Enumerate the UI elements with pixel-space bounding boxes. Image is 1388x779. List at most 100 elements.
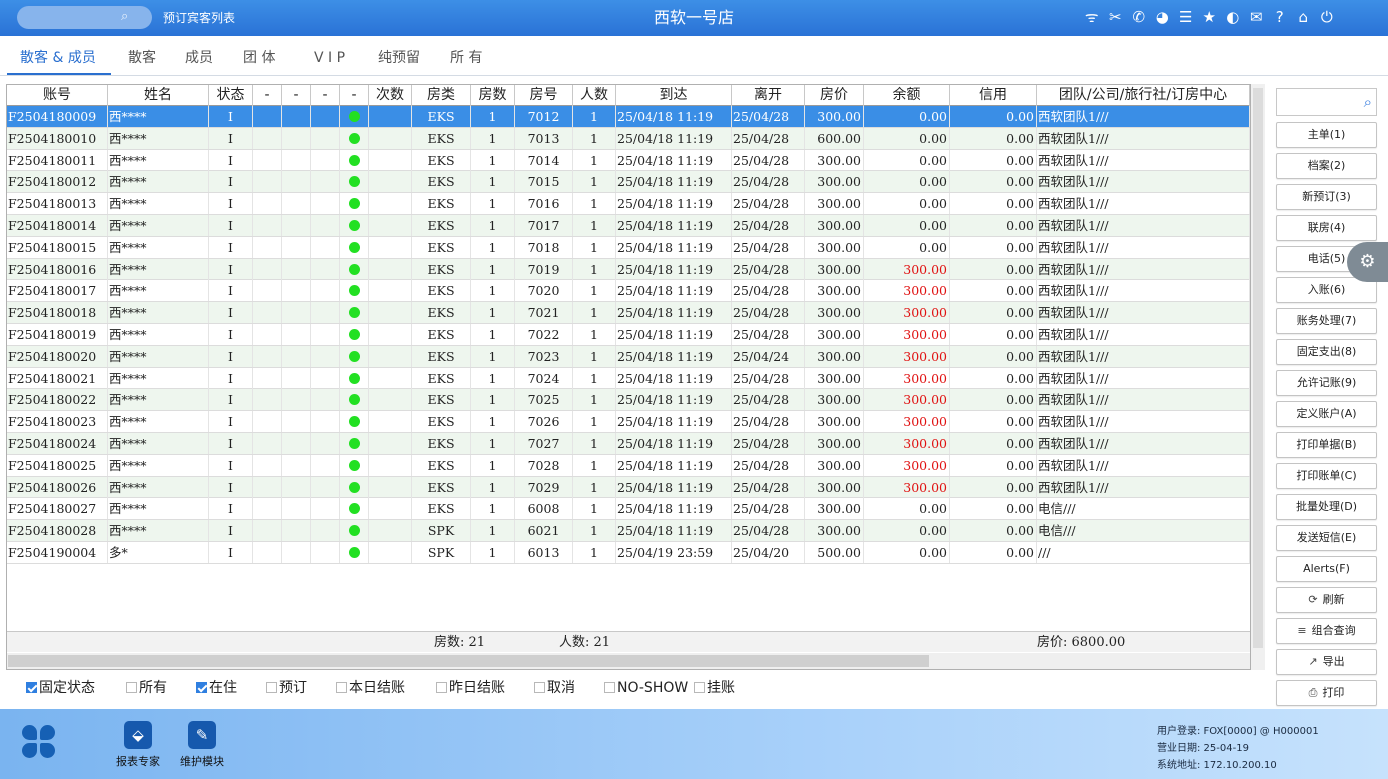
sidebar-button-0[interactable]: 主单(1) xyxy=(1276,122,1377,148)
horizontal-scrollbar[interactable] xyxy=(7,653,1250,669)
column-header-4[interactable]: - xyxy=(282,85,311,106)
column-header-8[interactable]: 房类 xyxy=(412,85,471,106)
sidebar-button-13[interactable]: 发送短信(E) xyxy=(1276,525,1377,551)
vertical-scroll-thumb[interactable] xyxy=(1253,88,1263,648)
table-row[interactable]: F2504180015 西**** I EKS 1 7018 1 25/04/18 11:19… xyxy=(7,236,1250,259)
table-row[interactable]: F2504180012 西**** I EKS 1 7015 1 25/04/18 11:19… xyxy=(7,171,1250,194)
sidebar-button-9[interactable]: 定义账户(A) xyxy=(1276,401,1377,427)
table-row[interactable]: F2504180022 西**** I EKS 1 7025 1 25/04/18 11:19… xyxy=(7,389,1250,412)
table-row[interactable]: F2504180020 西**** I EKS 1 7023 1 25/04/18 11:19… xyxy=(7,345,1250,368)
table-row[interactable]: F2504180028 西**** I SPK 1 6021 1 25/04/18 11:19… xyxy=(7,520,1250,542)
filter-checkbox-7[interactable]: NO-SHOW xyxy=(604,677,688,699)
checkbox-icon[interactable] xyxy=(266,682,277,693)
sidebar-button-18[interactable]: ⎙ 打印 xyxy=(1276,680,1377,706)
column-header-9[interactable]: 房数 xyxy=(471,85,515,106)
home-icon[interactable]: ⌂ xyxy=(1292,7,1316,27)
sidebar-button-6[interactable]: 账务处理(7) xyxy=(1276,308,1377,334)
mail-icon[interactable]: ✉ xyxy=(1245,7,1269,27)
checkbox-icon[interactable] xyxy=(534,682,545,693)
checkbox-icon[interactable] xyxy=(126,682,137,693)
filter-checkbox-4[interactable]: 本日结账 xyxy=(336,677,405,699)
column-header-17[interactable]: 团队/公司/旅行社/订房中心 xyxy=(1037,85,1250,106)
filter-checkbox-8[interactable]: 挂账 xyxy=(694,677,735,699)
column-header-10[interactable]: 房号 xyxy=(515,85,573,106)
table-row[interactable]: F2504180009 西**** I EKS 1 7012 1 25/04/18 11:19… xyxy=(7,106,1250,128)
menu-icon[interactable]: ☰ xyxy=(1174,7,1198,27)
table-row[interactable]: F2504180013 西**** I EKS 1 7016 1 25/04/18 11:19… xyxy=(7,193,1250,215)
table-row[interactable]: F2504190004 多* I SPK 1 6013 1 25/04/19 23:59 25/… xyxy=(7,542,1250,564)
sidebar-button-15[interactable]: ⟳ 刷新 xyxy=(1276,587,1377,613)
column-header-12[interactable]: 到达 xyxy=(616,85,732,106)
table-row[interactable]: F2504180018 西**** I EKS 1 7021 1 25/04/18 11:19… xyxy=(7,302,1250,324)
column-header-3[interactable]: - xyxy=(253,85,282,106)
table-row[interactable]: F2504180019 西**** I EKS 1 7022 1 25/04/18 11:19… xyxy=(7,324,1250,346)
sidebar-button-8[interactable]: 允许记账(9) xyxy=(1276,370,1377,396)
sidebar-button-2[interactable]: 新预订(3) xyxy=(1276,184,1377,210)
checkbox-icon[interactable] xyxy=(26,682,37,693)
vertical-scrollbar[interactable] xyxy=(1251,84,1265,670)
filter-checkbox-0[interactable]: 固定状态 xyxy=(26,677,95,699)
module-wrench[interactable]: ✎ 维护模块 xyxy=(172,721,232,769)
search-icon[interactable]: ⌕ xyxy=(1364,92,1372,112)
sidebar-button-7[interactable]: 固定支出(8) xyxy=(1276,339,1377,365)
wrench-icon[interactable]: ✎ xyxy=(188,721,216,749)
table-row[interactable]: F2504180016 西**** I EKS 1 7019 1 25/04/18 11:19… xyxy=(7,258,1250,281)
table-row[interactable]: F2504180011 西**** I EKS 1 7014 1 25/04/18 11:19… xyxy=(7,149,1250,172)
table-row[interactable]: F2504180025 西**** I EKS 1 7028 1 25/04/18 11:19… xyxy=(7,454,1250,477)
settings-gear-icon[interactable]: ⚙ xyxy=(1347,242,1388,282)
filter-checkbox-6[interactable]: 取消 xyxy=(534,677,575,699)
column-header-6[interactable]: - xyxy=(340,85,369,106)
table-row[interactable]: F2504180014 西**** I EKS 1 7017 1 25/04/18 11:19… xyxy=(7,215,1250,237)
sidebar-button-16[interactable]: ≡ 组合查询 xyxy=(1276,618,1377,644)
table-row[interactable]: F2504180023 西**** I EKS 1 7026 1 25/04/18 11:19… xyxy=(7,411,1250,433)
column-header-2[interactable]: 状态 xyxy=(209,85,253,106)
column-header-0[interactable]: 账号 xyxy=(7,85,108,106)
tab-1[interactable]: 散客 xyxy=(128,48,156,68)
contrast-icon[interactable]: ◐ xyxy=(1221,7,1245,27)
graduation-cap-icon[interactable]: ⬙ xyxy=(124,721,152,749)
filter-checkbox-3[interactable]: 预订 xyxy=(266,677,307,699)
tab-3[interactable]: 团 体 xyxy=(243,48,275,68)
tab-2[interactable]: 成员 xyxy=(185,48,213,68)
table-row[interactable]: F2504180024 西**** I EKS 1 7027 1 25/04/18 11:19… xyxy=(7,433,1250,455)
sidebar-button-11[interactable]: 打印账单(C) xyxy=(1276,463,1377,489)
checkbox-icon[interactable] xyxy=(604,682,615,693)
table-row[interactable]: F2504180027 西**** I EKS 1 6008 1 25/04/18 11:19… xyxy=(7,498,1250,521)
palette-icon[interactable]: ◕ xyxy=(1151,7,1175,27)
horizontal-scroll-thumb[interactable] xyxy=(8,655,929,667)
sidebar-button-1[interactable]: 档案(2) xyxy=(1276,153,1377,179)
tab-6[interactable]: 所 有 xyxy=(450,48,482,68)
table-row[interactable]: F2504180026 西**** I EKS 1 7029 1 25/04/18 11:19… xyxy=(7,476,1250,499)
sidebar-button-3[interactable]: 联房(4) xyxy=(1276,215,1377,241)
app-logo-icon[interactable] xyxy=(22,725,56,759)
sidebar-button-17[interactable]: ↗ 导出 xyxy=(1276,649,1377,675)
table-row[interactable]: F2504180017 西**** I EKS 1 7020 1 25/04/18 11:19… xyxy=(7,280,1250,303)
phone-icon[interactable]: ✆ xyxy=(1127,7,1151,27)
column-header-7[interactable]: 次数 xyxy=(369,85,412,106)
checkbox-icon[interactable] xyxy=(196,682,207,693)
filter-checkbox-2[interactable]: 在住 xyxy=(196,677,237,699)
module-graduation-cap[interactable]: ⬙ 报表专家 xyxy=(108,721,168,769)
filter-checkbox-1[interactable]: 所有 xyxy=(126,677,167,699)
checkbox-icon[interactable] xyxy=(694,682,705,693)
table-row[interactable]: F2504180021 西**** I EKS 1 7024 1 25/04/18 11:19… xyxy=(7,367,1250,390)
table-row[interactable]: F2504180010 西**** I EKS 1 7013 1 25/04/18 11:19… xyxy=(7,127,1250,150)
help-icon[interactable]: ? xyxy=(1268,7,1292,27)
tools-icon[interactable]: ✂ xyxy=(1104,7,1128,27)
power-icon[interactable]: ⏻ xyxy=(1315,7,1339,27)
filter-checkbox-5[interactable]: 昨日结账 xyxy=(436,677,505,699)
column-header-15[interactable]: 余额 xyxy=(864,85,950,106)
checkbox-icon[interactable] xyxy=(336,682,347,693)
checkbox-icon[interactable] xyxy=(436,682,447,693)
column-header-14[interactable]: 房价 xyxy=(805,85,864,106)
sidebar-button-12[interactable]: 批量处理(D) xyxy=(1276,494,1377,520)
column-header-1[interactable]: 姓名 xyxy=(108,85,209,106)
column-header-16[interactable]: 信用 xyxy=(950,85,1037,106)
wifi-icon[interactable]: ᯤ xyxy=(1080,7,1104,27)
sidebar-search-input[interactable]: ⌕ xyxy=(1276,88,1377,116)
sidebar-button-10[interactable]: 打印单据(B) xyxy=(1276,432,1377,458)
tab-0[interactable]: 散客 & 成员 xyxy=(20,48,96,68)
tab-5[interactable]: 纯预留 xyxy=(378,48,420,68)
sidebar-button-14[interactable]: Alerts(F) xyxy=(1276,556,1377,582)
column-header-13[interactable]: 离开 xyxy=(732,85,805,106)
